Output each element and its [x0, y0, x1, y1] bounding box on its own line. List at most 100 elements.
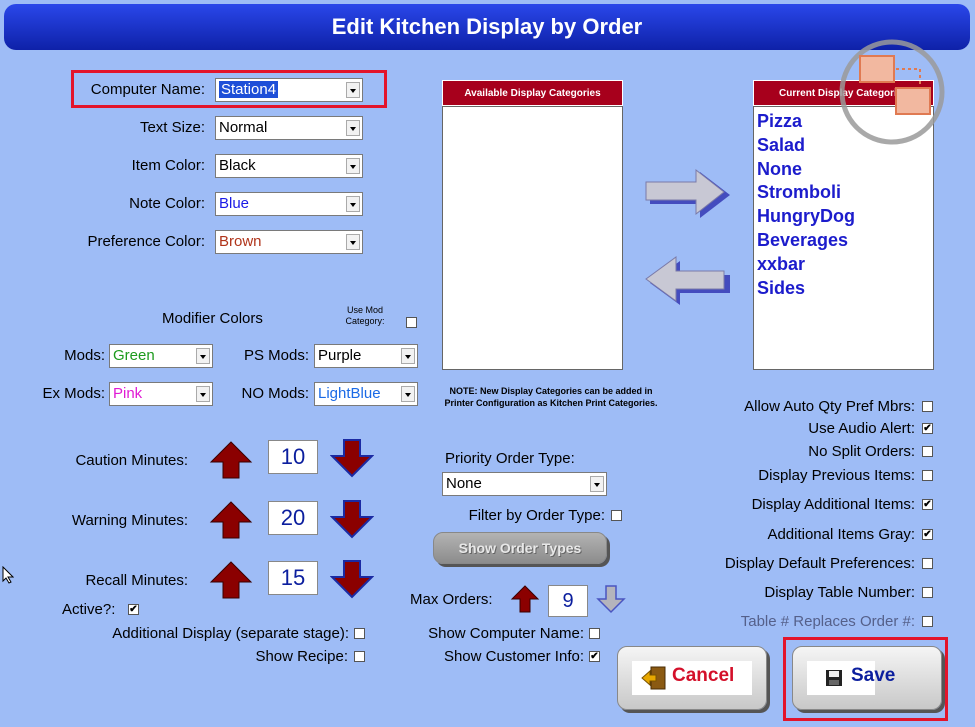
display-additional-items-checkbox[interactable]: ✔ — [922, 499, 933, 510]
mods-select[interactable]: Green — [109, 344, 213, 368]
list-item[interactable]: Stromboli — [757, 181, 855, 205]
mouse-cursor-icon — [2, 566, 14, 584]
use-mod-category-checkbox[interactable] — [406, 317, 417, 328]
table-replaces-order-checkbox[interactable] — [922, 616, 933, 627]
save-label: Save — [851, 665, 896, 686]
mods-value: Green — [113, 347, 155, 364]
additional-display-checkbox[interactable] — [354, 628, 365, 639]
chevron-down-icon[interactable] — [196, 348, 210, 364]
display-table-number-checkbox[interactable] — [922, 587, 933, 598]
recall-minutes-label: Recall Minutes: — [85, 572, 188, 589]
preference-color-select[interactable]: Brown — [215, 230, 363, 254]
save-button[interactable]: Save — [792, 646, 942, 710]
allow-auto-qty-checkbox[interactable] — [922, 401, 933, 412]
arrow-up-icon[interactable] — [510, 584, 540, 614]
preference-color-label: Preference Color: — [87, 233, 205, 250]
arrow-up-icon[interactable] — [209, 500, 253, 540]
exit-door-icon — [641, 666, 666, 690]
chevron-down-icon[interactable] — [590, 476, 604, 492]
chevron-down-icon[interactable] — [346, 120, 360, 136]
max-orders-label: Max Orders: — [410, 591, 493, 608]
list-item[interactable]: xxbar — [757, 253, 855, 277]
text-size-label: Text Size: — [139, 119, 205, 136]
cancel-label: Cancel — [672, 665, 735, 686]
use-audio-alert-checkbox[interactable]: ✔ — [922, 423, 933, 434]
modifier-colors-heading: Modifier Colors — [162, 310, 263, 327]
no-mods-label: NO Mods: — [241, 385, 309, 402]
max-orders-value[interactable]: 9 — [548, 585, 588, 617]
item-color-select[interactable]: Black — [215, 154, 363, 178]
note-color-label: Note Color: — [129, 195, 205, 212]
show-computer-name-checkbox[interactable] — [589, 628, 600, 639]
chevron-down-icon[interactable] — [346, 158, 360, 174]
ex-mods-select[interactable]: Pink — [109, 382, 213, 406]
additional-display-label: Additional Display (separate stage): — [112, 625, 349, 642]
display-table-number-label: Display Table Number: — [764, 584, 915, 601]
list-item[interactable]: Sides — [757, 277, 855, 301]
arrow-left-icon[interactable] — [644, 255, 734, 307]
allow-auto-qty-label: Allow Auto Qty Pref Mbrs: — [744, 398, 915, 415]
ps-mods-select[interactable]: Purple — [314, 344, 418, 368]
chevron-down-icon[interactable] — [346, 196, 360, 212]
cancel-button[interactable]: Cancel — [617, 646, 767, 710]
chevron-down-icon[interactable] — [346, 82, 360, 98]
show-customer-info-checkbox[interactable]: ✔ — [589, 651, 600, 662]
available-categories-header: Available Display Categories — [442, 80, 623, 106]
no-split-orders-checkbox[interactable] — [922, 446, 933, 457]
display-default-preferences-checkbox[interactable] — [922, 558, 933, 569]
arrow-down-icon[interactable] — [596, 584, 628, 616]
arrow-up-icon[interactable] — [209, 560, 253, 600]
computer-name-select[interactable]: Station4 — [215, 78, 363, 102]
recall-minutes-value[interactable]: 15 — [268, 561, 318, 595]
chevron-down-icon[interactable] — [401, 386, 415, 402]
text-size-select[interactable]: Normal — [215, 116, 363, 140]
no-mods-value: LightBlue — [318, 385, 381, 402]
show-customer-info-label: Show Customer Info: — [443, 648, 584, 665]
ps-mods-label: PS Mods: — [243, 347, 309, 364]
arrow-right-icon[interactable] — [644, 168, 734, 220]
priority-order-type-label: Priority Order Type: — [445, 450, 575, 467]
display-additional-items-label: Display Additional Items: — [751, 496, 915, 513]
display-default-preferences-label: Display Default Preferences: — [724, 555, 915, 572]
ex-mods-value: Pink — [113, 385, 143, 402]
priority-order-type-value: None — [446, 475, 482, 492]
item-color-value: Black — [219, 157, 256, 174]
priority-order-type-select[interactable]: None — [442, 472, 607, 496]
filter-order-type-checkbox[interactable] — [611, 510, 622, 521]
chevron-down-icon[interactable] — [196, 386, 210, 402]
note-color-select[interactable]: Blue — [215, 192, 363, 216]
show-order-types-button[interactable]: Show Order Types — [433, 532, 607, 564]
chevron-down-icon[interactable] — [346, 234, 360, 250]
no-mods-select[interactable]: LightBlue — [314, 382, 418, 406]
note-color-value: Blue — [219, 195, 250, 212]
item-color-label: Item Color: — [131, 157, 205, 174]
table-replaces-order-label: Table # Replaces Order #: — [740, 613, 915, 630]
active-checkbox[interactable]: ✔ — [128, 604, 139, 615]
arrow-down-icon[interactable] — [330, 499, 374, 541]
show-recipe-checkbox[interactable] — [354, 651, 365, 662]
use-audio-alert-label: Use Audio Alert: — [808, 420, 915, 437]
additional-items-gray-checkbox[interactable]: ✔ — [922, 529, 933, 540]
mods-label: Mods: — [64, 347, 105, 364]
window-title: Edit Kitchen Display by Order — [4, 4, 970, 50]
arrow-down-icon[interactable] — [330, 438, 374, 480]
screen-share-icon — [839, 39, 945, 145]
use-mod-category-label: Use Mod Category: — [345, 305, 385, 326]
no-split-orders-label: No Split Orders: — [808, 443, 915, 460]
list-item[interactable]: HungryDog — [757, 205, 855, 229]
available-categories-list[interactable] — [442, 106, 623, 370]
preference-color-value: Brown — [219, 233, 262, 250]
list-item[interactable]: None — [757, 158, 855, 182]
display-previous-items-checkbox[interactable] — [922, 470, 933, 481]
arrow-down-icon[interactable] — [330, 559, 374, 601]
display-previous-items-label: Display Previous Items: — [758, 467, 915, 484]
warning-minutes-value[interactable]: 20 — [268, 501, 318, 535]
chevron-down-icon[interactable] — [401, 348, 415, 364]
arrow-up-icon[interactable] — [209, 440, 253, 480]
computer-name-label: Computer Name: — [90, 81, 205, 98]
computer-name-value: Station4 — [219, 81, 279, 98]
text-size-value: Normal — [219, 119, 268, 136]
list-item[interactable]: Beverages — [757, 229, 855, 253]
caution-minutes-value[interactable]: 10 — [268, 440, 318, 474]
ps-mods-value: Purple — [318, 347, 362, 364]
